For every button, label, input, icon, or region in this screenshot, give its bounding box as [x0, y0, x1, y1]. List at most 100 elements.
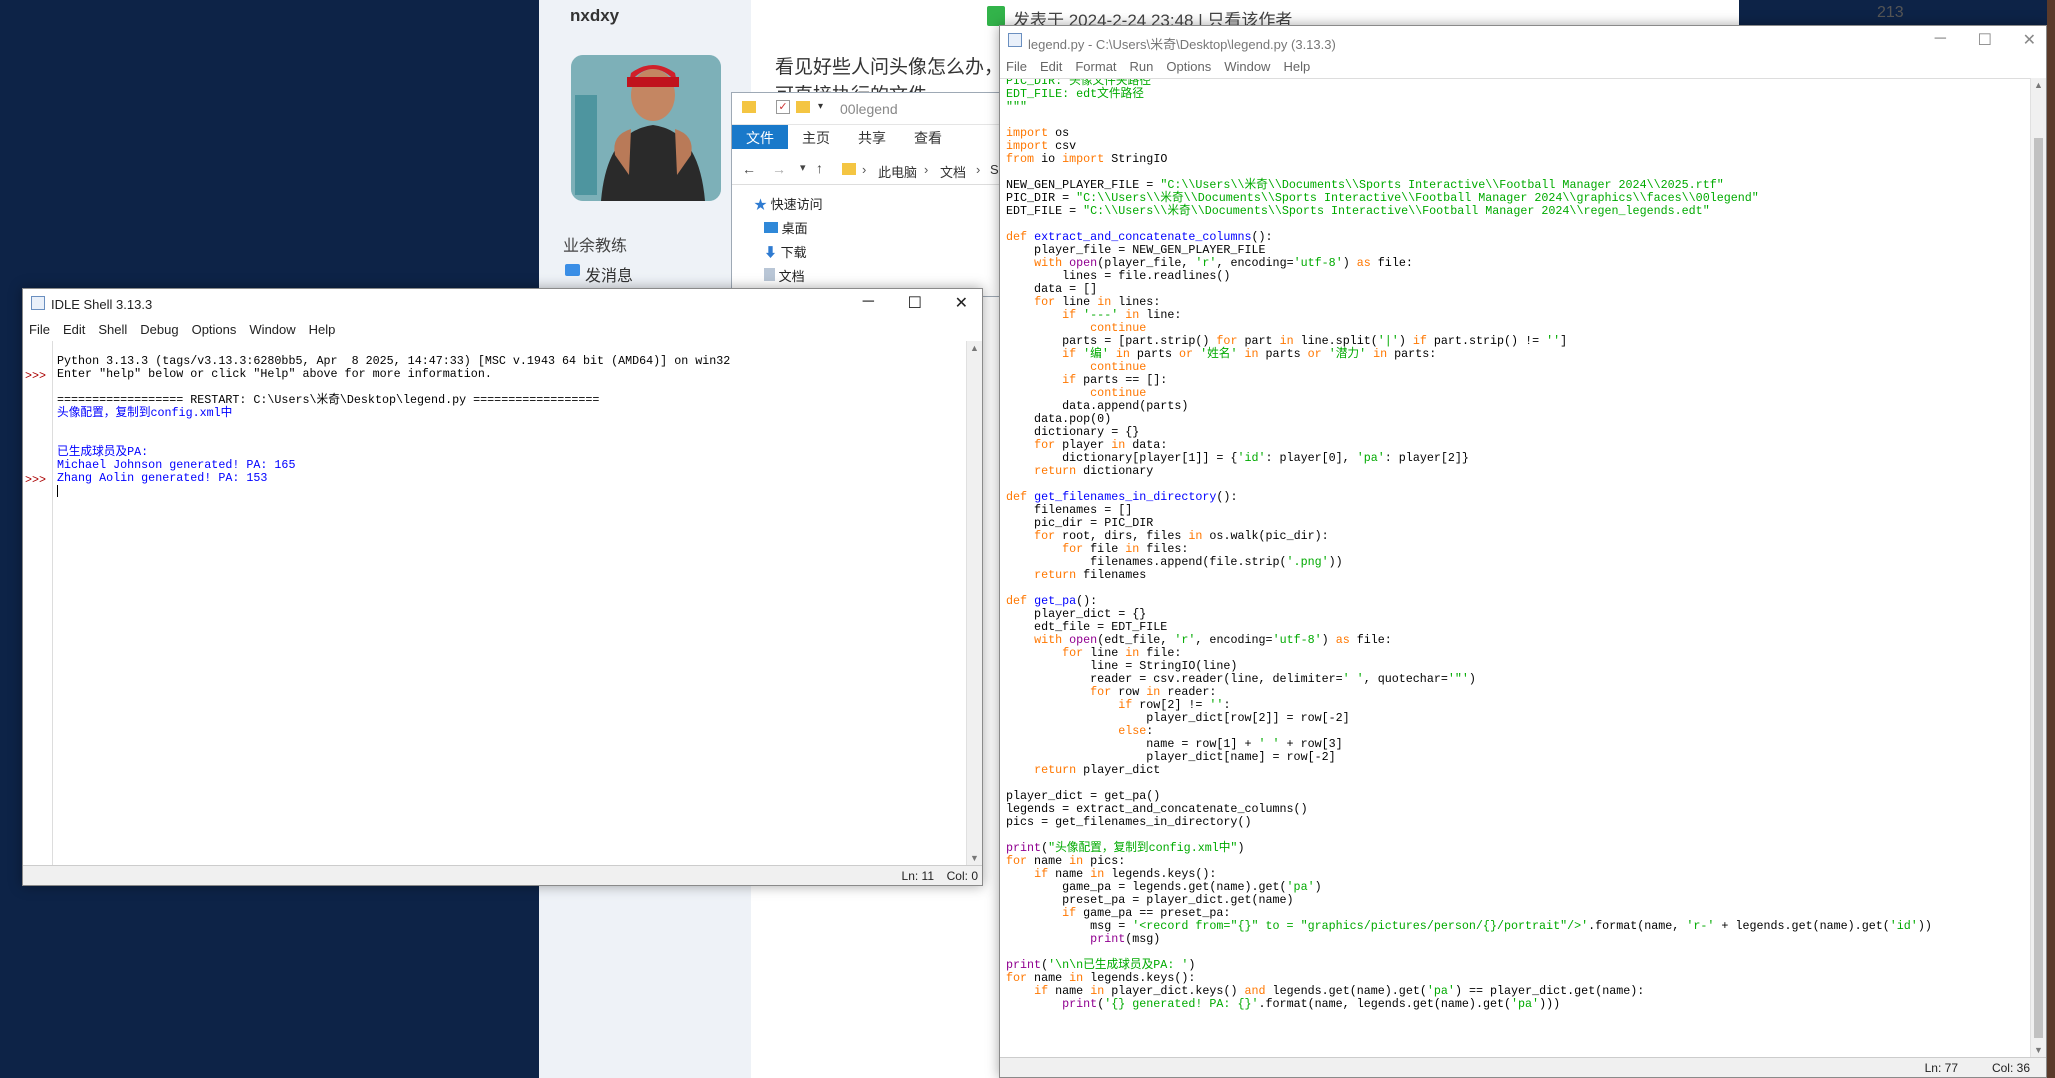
- editor-window: legend.py - C:\Users\米奇\Desktop\legend.p…: [999, 25, 2047, 1078]
- up-arrow-icon[interactable]: ↑: [816, 160, 823, 176]
- ribbon-tab-file[interactable]: 文件: [732, 125, 788, 149]
- python-file-icon: [1008, 33, 1022, 47]
- code-line: def get_filenames_in_directory():: [1006, 490, 1238, 504]
- scroll-down-icon[interactable]: ▼: [2034, 1045, 2043, 1055]
- shell-line-number: Ln: 11: [901, 869, 934, 883]
- code-line: print('{} generated! PA: {}'.format(name…: [1062, 997, 1561, 1011]
- shell-prompt: >>>: [25, 473, 47, 487]
- ribbon-tab-view[interactable]: 查看: [900, 125, 956, 149]
- shell-output[interactable]: Python 3.13.3 (tags/v3.13.3:6280bb5, Apr…: [57, 342, 730, 523]
- menu-window[interactable]: Window: [1218, 56, 1277, 74]
- menu-format[interactable]: Format: [1069, 56, 1123, 74]
- close-icon[interactable]: ✕: [955, 293, 968, 313]
- scroll-up-icon[interactable]: ▲: [2034, 80, 2043, 90]
- chevron-down-icon[interactable]: ▾: [818, 101, 823, 112]
- editor-menubar: File Edit Format Run Options Window Help: [1000, 56, 2046, 78]
- text-cursor: [57, 485, 58, 497]
- desktop-icon: [764, 222, 778, 233]
- breadcrumb-sep-icon: ›: [862, 162, 867, 177]
- breadcrumb-documents[interactable]: 文档: [940, 162, 966, 181]
- idle-shell-window: IDLE Shell 3.13.3 ─ ☐ ✕ File Edit Shell Deb…: [22, 288, 983, 886]
- editor-statusbar: Ln: 77 Col: 36: [1000, 1057, 2046, 1077]
- ribbon-tab-home[interactable]: 主页: [788, 125, 844, 149]
- download-icon: ⬇: [764, 245, 778, 260]
- menu-run[interactable]: Run: [1124, 56, 1161, 74]
- menu-edit[interactable]: Edit: [57, 319, 92, 337]
- minimize-icon[interactable]: ─: [1935, 30, 1946, 48]
- breadcrumb-sep-icon: ›: [976, 162, 981, 177]
- envelope-icon: [565, 264, 580, 276]
- code-line: pics = get_filenames_in_directory(): [1006, 815, 1252, 829]
- ribbon-tab-share[interactable]: 共享: [844, 125, 900, 149]
- nav-desktop[interactable]: 桌面: [754, 217, 823, 241]
- shell-menubar: File Edit Shell Debug Options Window Help: [23, 319, 982, 341]
- shell-line: 头像配置，复制到config.xml中: [57, 406, 233, 420]
- code-line: """: [1006, 100, 1028, 114]
- scroll-up-icon[interactable]: ▲: [970, 343, 979, 353]
- menu-debug[interactable]: Debug: [134, 319, 185, 337]
- scrollbar-thumb[interactable]: [2034, 138, 2043, 1038]
- forward-arrow-icon[interactable]: →: [772, 161, 786, 177]
- address-bar[interactable]: ← → ▾ ↑ › 此电脑 › 文档 › Sp: [732, 155, 1006, 185]
- maximize-icon[interactable]: ☐: [1978, 30, 1992, 50]
- editor-title: legend.py - C:\Users\米奇\Desktop\legend.p…: [1028, 37, 1336, 52]
- forum-username[interactable]: nxdxy: [570, 6, 619, 26]
- nav-downloads[interactable]: ⬇ 下载: [754, 241, 823, 265]
- code-line: from io import StringIO: [1006, 152, 1168, 166]
- scroll-down-icon[interactable]: ▼: [970, 853, 979, 863]
- menu-window[interactable]: Window: [243, 319, 302, 337]
- breadcrumb-this-pc[interactable]: 此电脑: [878, 162, 917, 181]
- editor-line-number: Ln: 77: [1924, 1061, 1958, 1075]
- shell-prompt: >>>: [25, 369, 47, 383]
- document-icon: [764, 268, 775, 281]
- shell-statusbar: Ln: 11 Col: 0: [23, 865, 982, 885]
- menu-help[interactable]: Help: [1277, 56, 1317, 74]
- navigation-pane: ★ 快速访问 桌面 ⬇ 下载 文档: [754, 193, 823, 289]
- menu-shell[interactable]: Shell: [92, 319, 134, 337]
- editor-column-number: Col: 36: [1991, 1061, 2030, 1075]
- menu-options[interactable]: Options: [1160, 56, 1218, 74]
- recent-chevron-icon[interactable]: ▾: [800, 161, 806, 174]
- close-icon[interactable]: ✕: [2023, 30, 2036, 50]
- shell-titlebar[interactable]: IDLE Shell 3.13.3 ─ ☐ ✕: [23, 289, 982, 319]
- python-icon: [31, 296, 45, 310]
- menu-options[interactable]: Options: [186, 319, 244, 337]
- code-line: return filenames: [1034, 568, 1147, 582]
- editor-scrollbar[interactable]: ▲ ▼: [2030, 78, 2046, 1057]
- shell-line: Enter "help" below or click "Help" above…: [57, 367, 492, 381]
- code-area[interactable]: PIC_DIR: 头像文件夹路径 EDT_FILE: edt文件路径 """ imp…: [1000, 78, 2030, 1057]
- code-line: EDT_FILE: edt文件路径: [1006, 87, 1144, 101]
- back-arrow-icon[interactable]: ←: [742, 161, 756, 177]
- maximize-icon[interactable]: ☐: [908, 293, 922, 313]
- send-message-link[interactable]: 发消息: [585, 262, 633, 286]
- explorer-ribbon: 文件 主页 共享 查看: [732, 125, 1000, 149]
- explorer-title: 00legend: [840, 101, 898, 117]
- menu-edit[interactable]: Edit: [1034, 56, 1069, 74]
- menu-help[interactable]: Help: [303, 319, 343, 337]
- menu-file[interactable]: File: [23, 319, 57, 337]
- post-text-line-1: 看见好些人问头像怎么办，分: [775, 57, 1023, 78]
- background-photo-strip: [2047, 0, 2055, 1078]
- new-folder-icon[interactable]: [796, 101, 810, 113]
- folder-icon: [742, 101, 756, 113]
- editor-titlebar[interactable]: legend.py - C:\Users\米奇\Desktop\legend.p…: [1000, 26, 2046, 56]
- code-text[interactable]: PIC_DIR: 头像文件夹路径 EDT_FILE: edt文件路径 """ imp…: [1006, 79, 1932, 1011]
- nav-documents[interactable]: 文档: [754, 265, 823, 289]
- prompt-gutter: >>> >>>: [23, 341, 53, 865]
- shell-column-number: Col: 0: [946, 869, 978, 883]
- shell-scrollbar[interactable]: ▲ ▼: [966, 341, 982, 865]
- address-folder-icon: [842, 163, 856, 175]
- properties-icon[interactable]: ✓: [776, 100, 790, 114]
- code-line: return dictionary: [1034, 464, 1154, 478]
- code-line: data.pop(0): [1006, 412, 1112, 426]
- breadcrumb-sep-icon: ›: [924, 162, 929, 177]
- menu-file[interactable]: File: [1000, 56, 1034, 74]
- minimize-icon[interactable]: ─: [863, 293, 874, 311]
- nav-quick-access[interactable]: ★ 快速访问: [754, 193, 823, 217]
- code-line: EDT_FILE = "C:\\Users\\米奇\\Documents\\Sp…: [1006, 204, 1710, 218]
- explorer-titlebar: ✓ ▾ 00legend: [732, 93, 1000, 125]
- avatar[interactable]: [571, 55, 721, 201]
